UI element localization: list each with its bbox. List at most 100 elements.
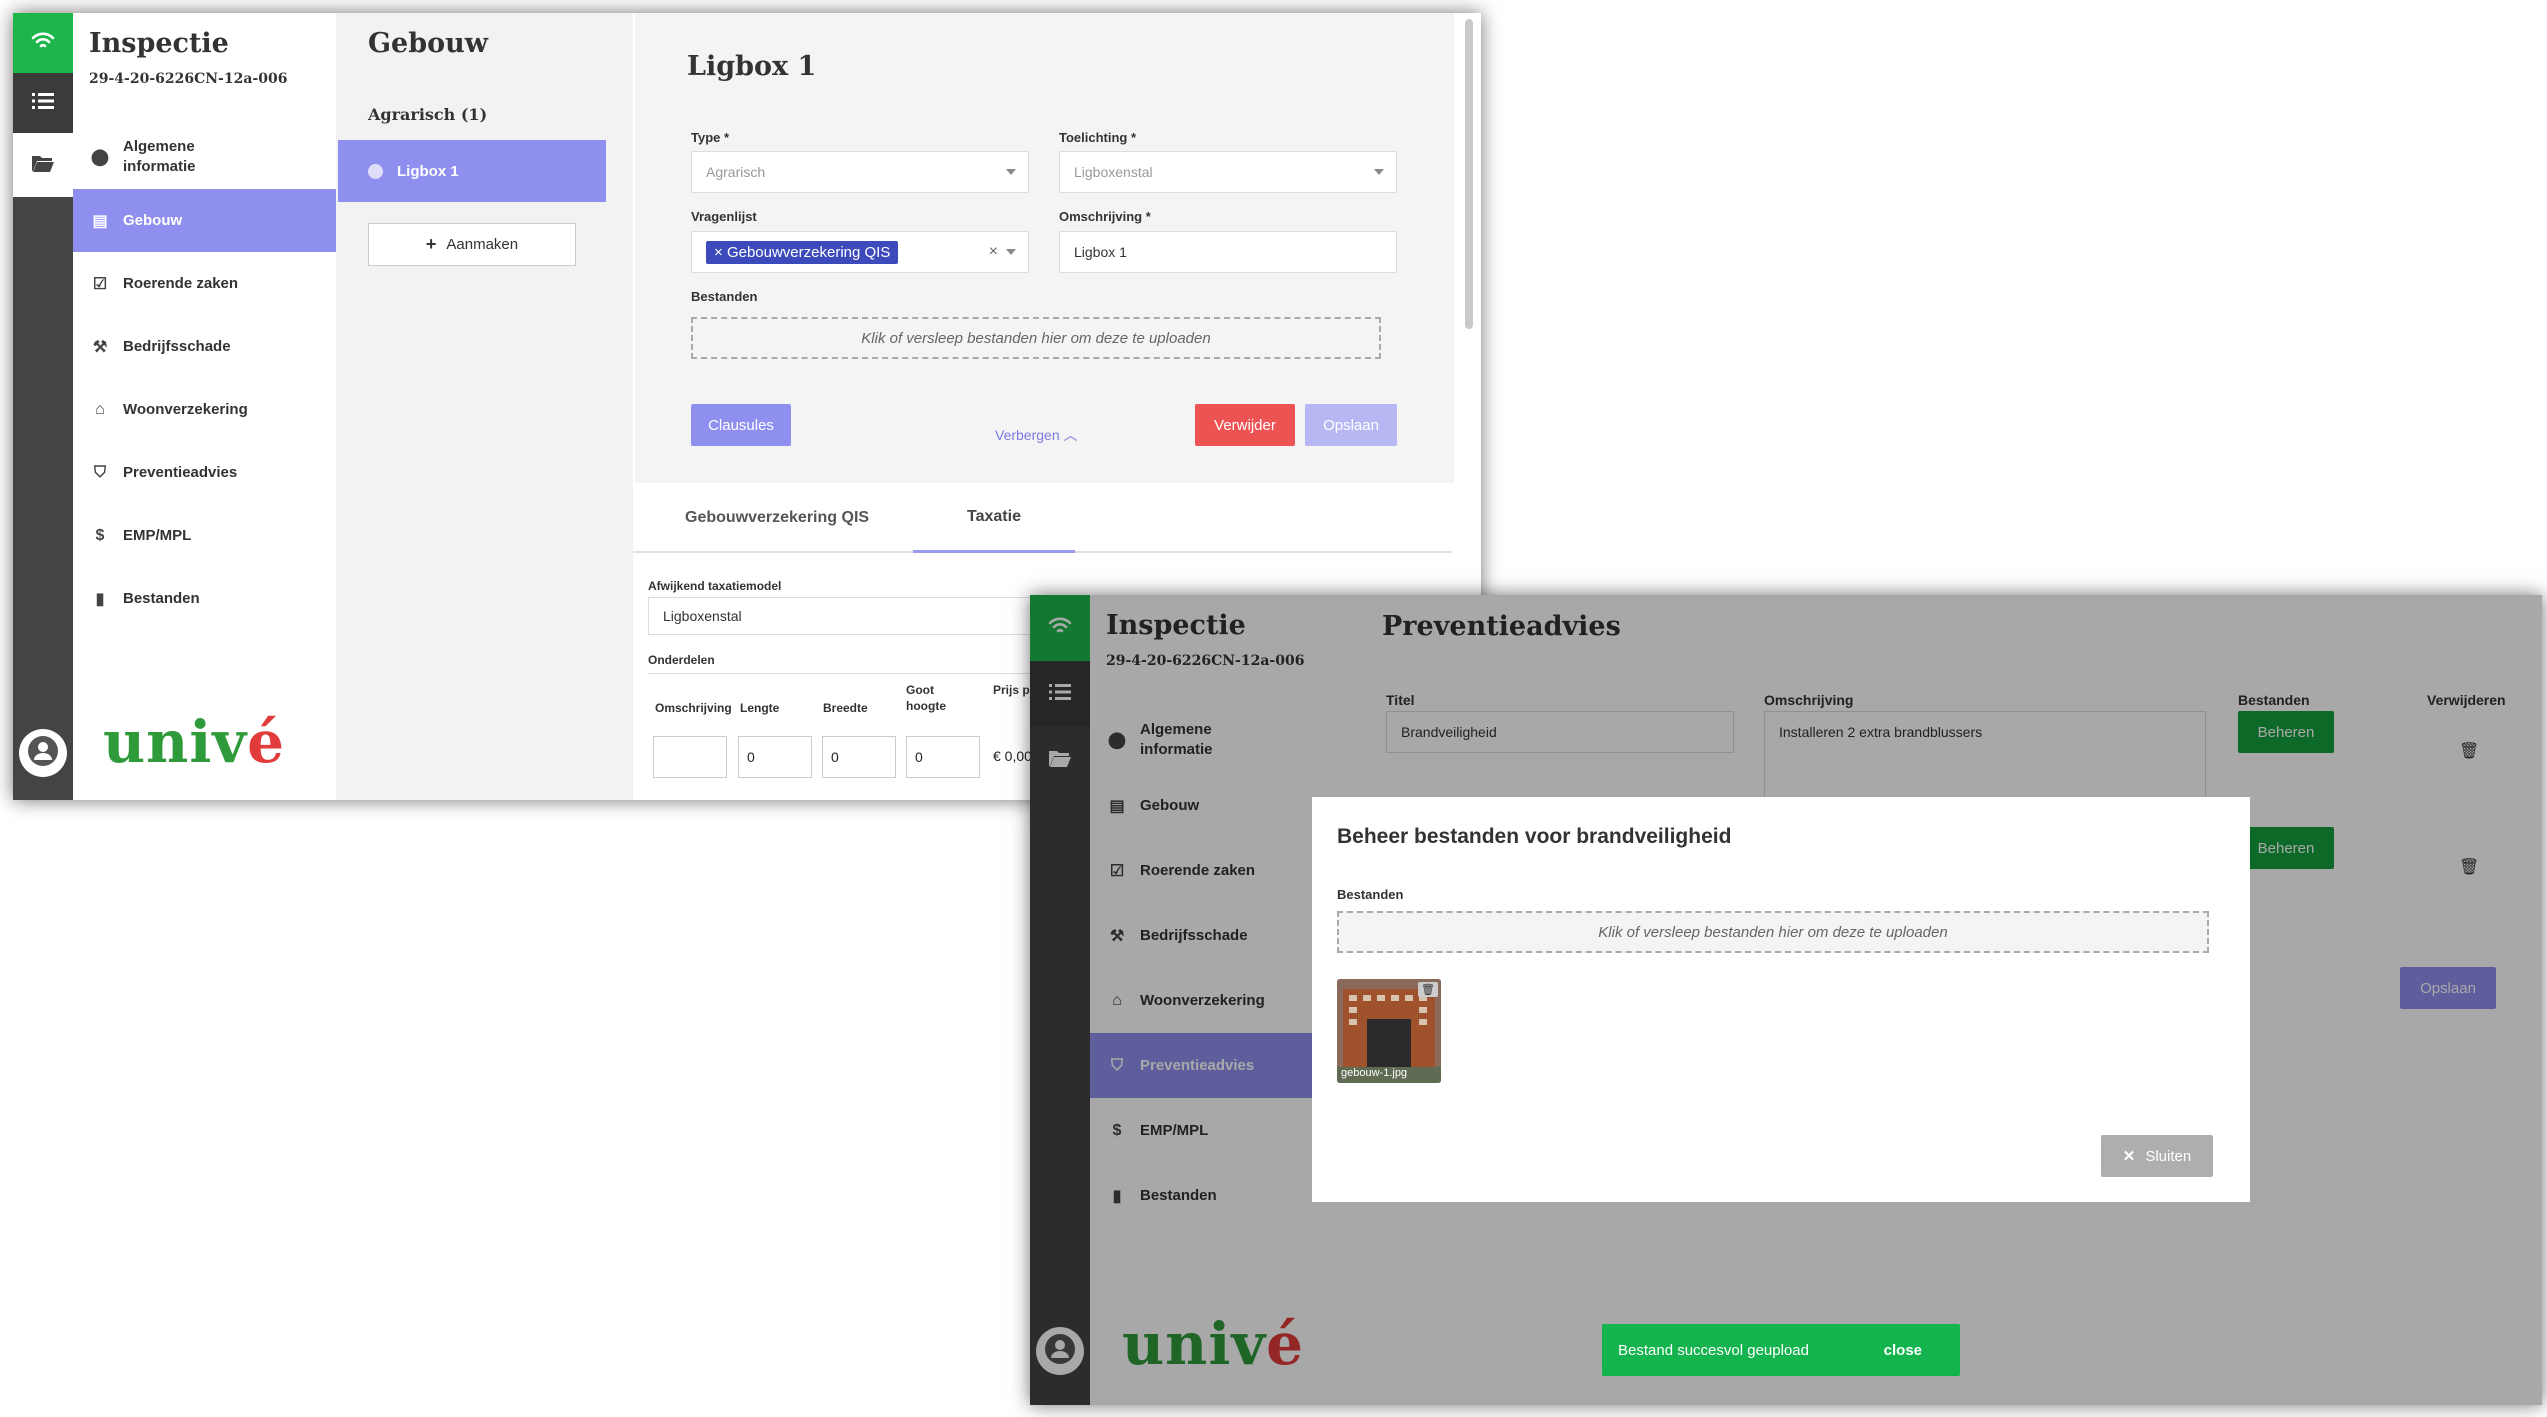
chevron-up-icon: ︿	[1063, 427, 1078, 443]
building-icon: ▤	[92, 212, 108, 230]
wifi-icon	[30, 30, 56, 57]
onderdelen-label: Onderdelen	[648, 653, 715, 667]
type-label: Type *	[691, 130, 730, 145]
sidebar-item-label: Roerende zaken	[123, 275, 239, 292]
money-bag-icon: $	[95, 526, 105, 544]
type-select[interactable]: Agrarisch	[691, 151, 1029, 193]
breedte-cell[interactable]: 0	[822, 736, 896, 778]
remove-tag-icon[interactable]: ×	[714, 244, 727, 261]
location-pin-icon: ⬤	[91, 149, 109, 166]
bestanden-label: Bestanden	[691, 289, 758, 304]
type-value: Agrarisch	[706, 164, 766, 180]
broken-tool-icon: ⚒	[92, 338, 108, 356]
column-header: Omschrijving	[655, 701, 732, 715]
verwijder-button[interactable]: Verwijder	[1195, 404, 1295, 446]
tag-label: Gebouwverzekering QIS	[726, 243, 891, 261]
plus-icon: +	[425, 234, 437, 254]
column-header: Lengte	[740, 701, 780, 715]
shield-icon: ⛉	[93, 463, 106, 481]
sidebar-item-gebouw[interactable]: ▤ Gebouw	[73, 189, 336, 252]
trash-icon[interactable]: 🗑	[1418, 982, 1438, 997]
folder-tile[interactable]	[13, 133, 73, 197]
sidebar-item-algemene-informatie[interactable]: ⬤ Algemene informatie	[73, 125, 336, 189]
sidebar-item-label: Gebouw	[123, 212, 183, 229]
sluiten-button[interactable]: ✕ Sluiten	[2101, 1135, 2213, 1177]
calendar-check-icon: ☑	[92, 275, 108, 293]
taxatiemodel-value: Ligboxenstal	[663, 608, 742, 624]
scrollbar[interactable]	[1465, 19, 1473, 329]
avatar[interactable]	[19, 729, 67, 777]
sluiten-label: Sluiten	[2145, 1147, 2192, 1165]
toast-close-button[interactable]: close	[1884, 1342, 1922, 1359]
toast-message: Bestand succesvol geupload	[1618, 1341, 1809, 1359]
upload-dropzone[interactable]: Klik of versleep bestanden hier om deze …	[1337, 911, 2209, 953]
home-tile[interactable]	[13, 13, 73, 73]
omschrijving-cell[interactable]	[653, 736, 727, 778]
lengte-cell[interactable]: 0	[738, 736, 812, 778]
modal-title: Beheer bestanden voor brandveiligheid	[1337, 825, 1732, 848]
opslaan-button[interactable]: Opslaan	[1305, 404, 1397, 446]
toelichting-value: Ligboxenstal	[1074, 164, 1153, 180]
sidebar-item-label: Preventieadvies	[123, 464, 238, 481]
clear-icon[interactable]: ×	[989, 243, 998, 261]
detail-title: Ligbox 1	[687, 51, 817, 82]
icon-rail	[13, 13, 73, 800]
verbergen-toggle[interactable]: Verbergen ︿	[995, 425, 1078, 445]
detail-form: Ligbox 1 Type * Agrarisch Toelichting * …	[635, 13, 1454, 483]
column-header: Goot hoogte	[906, 683, 946, 714]
tab-gebouwverzekering-qis[interactable]: Gebouwverzekering QIS	[685, 483, 869, 553]
user-icon	[28, 735, 58, 771]
aanmaken-label: Aanmaken	[446, 236, 519, 253]
sidebar-item-label: Woonverzekering	[123, 401, 248, 418]
sidebar-item-emp-mpl[interactable]: $ EMP/MPL	[73, 504, 336, 567]
sidebar-item-preventieadvies[interactable]: ⛉ Preventieadvies	[73, 441, 336, 504]
tab-taxatie[interactable]: Taxatie	[913, 483, 1075, 553]
close-icon: ✕	[2122, 1148, 2136, 1165]
status-dot-icon	[368, 163, 383, 179]
inspection-code: 29-4-20-6226CN-12a-006	[89, 71, 288, 87]
upload-dropzone[interactable]: Klik of versleep bestanden hier om deze …	[691, 317, 1381, 359]
list-item-label: Ligbox 1	[397, 162, 459, 180]
file-icon: ▮	[95, 590, 105, 608]
list-icon	[32, 92, 54, 115]
chevron-down-icon	[1006, 169, 1016, 175]
clausules-button[interactable]: Clausules	[691, 404, 791, 446]
home-icon: ⌂	[95, 400, 105, 418]
vragenlijst-multiselect[interactable]: × Gebouwverzekering QIS ×	[691, 231, 1029, 273]
folder-open-icon	[31, 153, 55, 178]
group-header: Agrarisch (1)	[368, 105, 488, 124]
success-toast: Bestand succesvol geupload close	[1602, 1324, 1960, 1376]
sidebar-item-label: Bestanden	[123, 590, 200, 607]
sidebar-item-label: Bedrijfsschade	[123, 338, 231, 355]
tab-bar: Gebouwverzekering QIS Taxatie	[633, 483, 1452, 553]
unive-logo: univé	[103, 708, 285, 776]
beheer-bestanden-modal: Beheer bestanden voor brandveiligheid Be…	[1312, 797, 2250, 1202]
list-tile[interactable]	[13, 73, 73, 133]
chevron-down-icon	[1374, 169, 1384, 175]
sidebar-item-bestanden[interactable]: ▮ Bestanden	[73, 567, 336, 630]
app-title: Inspectie	[89, 28, 229, 59]
taxatiemodel-input[interactable]: Ligboxenstal	[648, 597, 1068, 635]
sidebar: Inspectie 29-4-20-6226CN-12a-006 ⬤ Algeme…	[73, 13, 336, 800]
sidebar-item-label: Algemene informatie	[123, 137, 196, 175]
chevron-down-icon	[1006, 249, 1016, 255]
file-name: gebouw-1.jpg	[1341, 1067, 1408, 1079]
list-title: Gebouw	[368, 28, 488, 59]
aanmaken-button[interactable]: + Aanmaken	[368, 223, 576, 266]
goot-hoogte-cell[interactable]: 0	[906, 736, 980, 778]
onderdelen-table: Omschrijving Lengte Breedte Goot hoogte …	[648, 673, 1068, 800]
column-header: Breedte	[823, 701, 868, 715]
sidebar-item-bedrijfsschade[interactable]: ⚒ Bedrijfsschade	[73, 315, 336, 378]
sidebar-item-roerende-zaken[interactable]: ☑ Roerende zaken	[73, 252, 336, 315]
file-thumbnail[interactable]: 🗑 gebouw-1.jpg	[1337, 979, 1441, 1083]
toelichting-select[interactable]: Ligboxenstal	[1059, 151, 1397, 193]
sidebar-item-woonverzekering[interactable]: ⌂ Woonverzekering	[73, 378, 336, 441]
omschrijving-input[interactable]: Ligbox 1	[1059, 231, 1397, 273]
prijs-cell: € 0,00	[993, 748, 1032, 764]
preventieadvies-window: Inspectie 29-4-20-6226CN-12a-006 ⬤ Algeme…	[1030, 595, 2542, 1405]
taxatiemodel-label: Afwijkend taxatiemodel	[648, 579, 782, 593]
sidebar-item-label: EMP/MPL	[123, 527, 192, 544]
omschrijving-value: Ligbox 1	[1074, 244, 1127, 260]
list-item-selected[interactable]: Ligbox 1	[338, 140, 606, 202]
vragenlijst-tag[interactable]: × Gebouwverzekering QIS	[706, 240, 899, 264]
